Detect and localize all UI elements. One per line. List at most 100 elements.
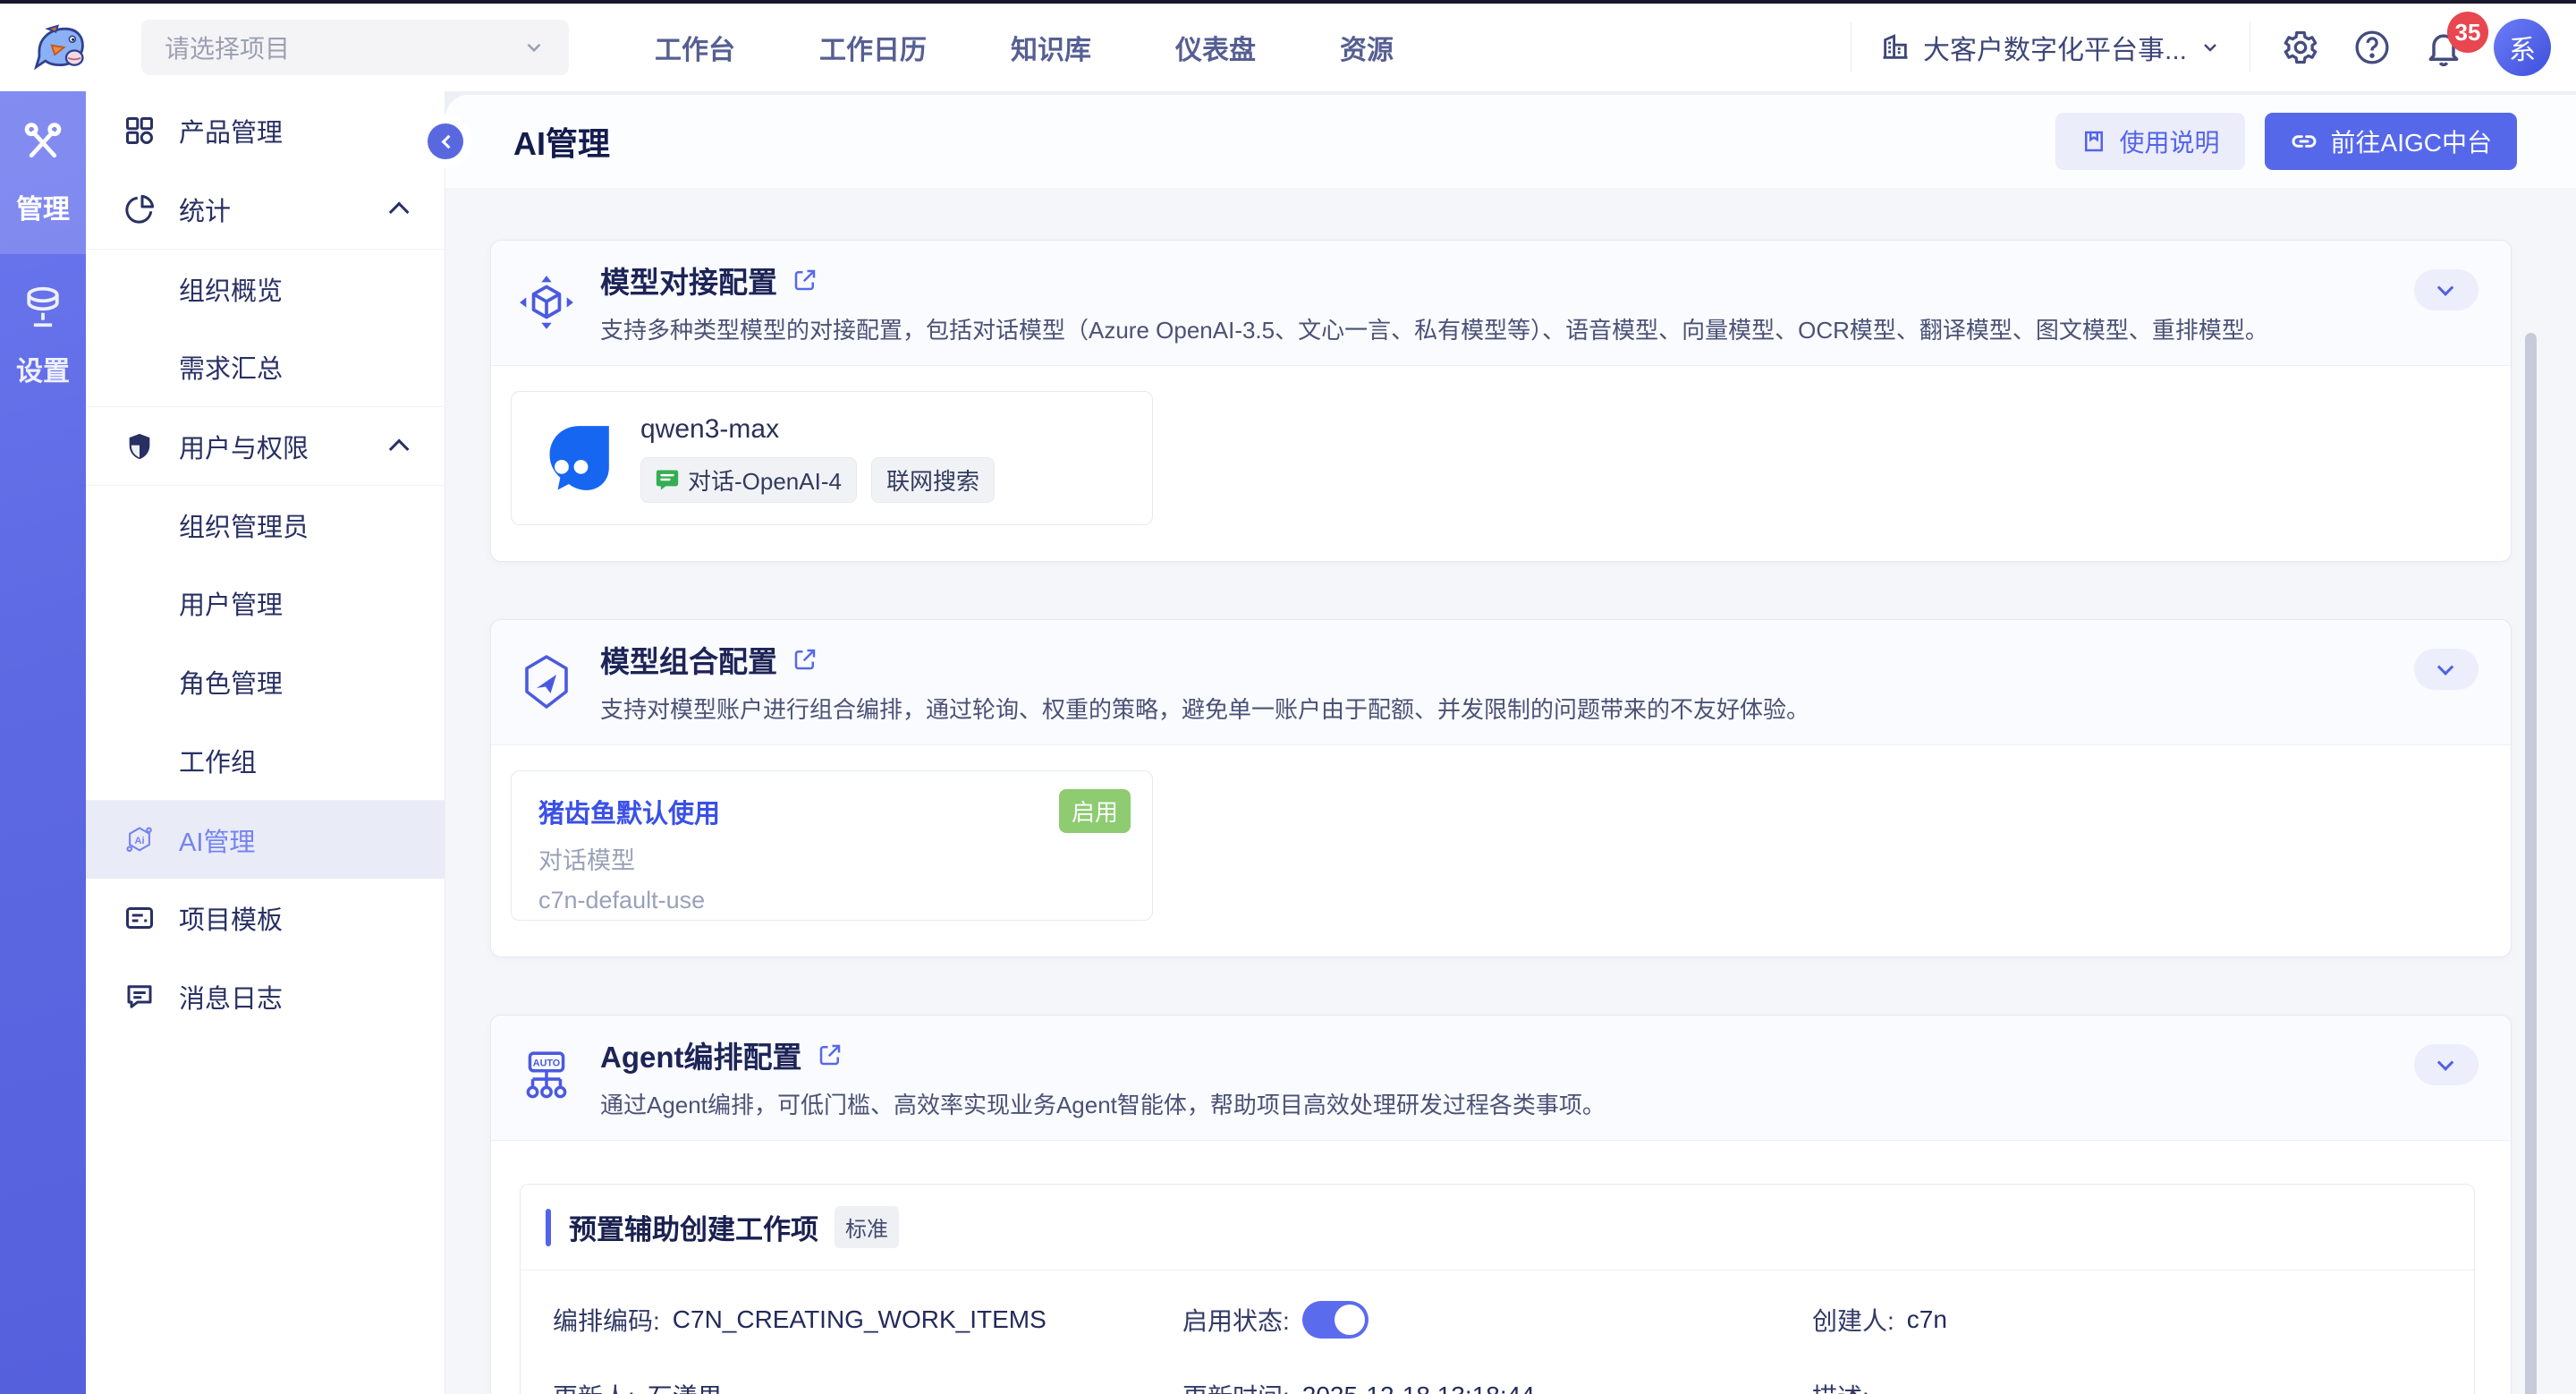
card-title: Agent编排配置 [600,1033,802,1076]
org-name: 大客户数字化平台事... [1923,28,2187,67]
field-label: 更新时间: [1182,1378,1290,1394]
card-agent-orchestration: AUTO Agent编排配置 通过Agent编排，可低门槛、高效率实现业务Age… [490,1015,2512,1394]
chevron-left-icon [441,134,455,149]
sidebar-item-users-permissions[interactable]: 用户与权限 [86,406,445,485]
agent-item-create-work-items: 预置辅助创建工作项 标准 编排编码: C7N_CREATING_WORK_ITE… [520,1184,2475,1394]
nav-item-work-calendar[interactable]: 工作日历 [819,28,927,67]
vertical-scrollbar[interactable] [2525,333,2537,1394]
chevron-down-icon [2436,659,2453,675]
header-actions: 使用说明 前往AIGC中台 [2055,113,2517,170]
sidebar-item-label: 项目模板 [179,899,283,937]
card-title: 模型对接配置 [600,259,777,302]
building-icon [1880,32,1911,63]
field-value: 2025-12-18 13:18:44 [1302,1381,1535,1394]
sidebar-item-message-log[interactable]: 消息日志 [86,957,445,1036]
template-card-icon [123,902,156,934]
external-link-icon[interactable] [792,267,818,293]
field-enabled-status: 启用状态: [1182,1301,1812,1339]
agent-standard-tag: 标准 [835,1206,899,1248]
rail-section-settings[interactable]: 设置 [0,254,86,417]
card-model-connect-header: 模型对接配置 支持多种类型模型的对接配置，包括对话模型（Azure OpenAI… [491,241,2511,366]
product-grid-icon [123,115,156,147]
sidebar-item-label: 用户与权限 [179,428,309,465]
card-model-connect: 模型对接配置 支持多种类型模型的对接配置，包括对话模型（Azure OpenAI… [490,240,2512,562]
combo-name-link[interactable]: 猪齿鱼默认使用 [538,793,1125,830]
field-label: 描述: [1812,1378,1869,1394]
field-label: 编排编码: [553,1302,660,1338]
card-collapse-button[interactable] [2414,1044,2479,1085]
sidebar-item-product-management[interactable]: 产品管理 [86,91,445,170]
external-link-icon[interactable] [792,646,818,673]
org-switcher[interactable]: 大客户数字化平台事... [1880,28,2221,67]
sidebar-item-label: 需求汇总 [179,348,283,386]
left-rail: 管理 设置 [0,91,86,1394]
choerodon-fish-logo[interactable] [25,13,95,82]
chevron-down-icon [2436,1054,2453,1070]
nav-item-resources[interactable]: 资源 [1340,28,1394,67]
link-icon [2290,127,2318,156]
help-icon[interactable] [2351,26,2394,69]
card-model-connect-text: 模型对接配置 支持多种类型模型的对接配置，包括对话模型（Azure OpenAI… [600,259,2268,345]
card-agent-body: 预置辅助创建工作项 标准 编排编码: C7N_CREATING_WORK_ITE… [491,1141,2511,1394]
nav-item-dashboard[interactable]: 仪表盘 [1175,28,1256,67]
top-nav-right: 大客户数字化平台事... 35 系 [1851,19,2551,76]
sidebar-item-project-template[interactable]: 项目模板 [86,879,445,957]
notifications-bell-icon[interactable]: 35 [2422,26,2465,69]
project-selector-placeholder: 请选择项目 [165,30,290,65]
sidebar-item-org-overview[interactable]: 组织概览 [86,249,445,327]
tag-label: 对话-OpenAI-4 [688,463,842,497]
sidebar-item-statistics[interactable]: 统计 [86,170,445,249]
agent-item-name: 预置辅助创建工作项 [569,1207,818,1247]
svg-text:Ai: Ai [134,835,144,846]
usage-guide-label: 使用说明 [2120,123,2220,159]
user-avatar[interactable]: 系 [2494,19,2551,76]
rail-label-settings: 设置 [16,349,70,388]
sidebar-collapse-button[interactable] [428,123,463,159]
top-navigation-bar: 请选择项目 工作台 工作日历 知识库 仪表盘 资源 大客户数字化平台事... 3… [0,4,2576,91]
external-link-icon[interactable] [817,1041,843,1068]
sidebar-item-label: 工作组 [179,742,257,779]
chevron-up-icon [389,202,410,223]
combo-card-default[interactable]: 猪齿鱼默认使用 对话模型 c7n-default-use 启用 [511,770,1153,921]
main-area: AI管理 使用说明 前往AIGC中台 [445,91,2576,1394]
sidebar-item-user-management[interactable]: 用户管理 [86,564,445,642]
accent-bar [546,1209,551,1246]
page-header: AI管理 使用说明 前往AIGC中台 [445,95,2576,188]
status-badge-enabled: 启用 [1059,789,1131,833]
field-label: 启用状态: [1182,1302,1290,1338]
chevron-down-icon [2436,279,2453,295]
field-value: C7N_CREATING_WORK_ITEMS [673,1305,1046,1334]
card-agent-text: Agent编排配置 通过Agent编排，可低门槛、高效率实现业务Agent智能体… [600,1033,1606,1120]
rail-section-manage[interactable]: 管理 [0,91,86,254]
card-collapse-button[interactable] [2414,649,2479,690]
page-title: AI管理 [513,118,610,165]
settings-gear-icon[interactable] [2279,26,2322,69]
stats-pie-icon [123,193,156,225]
field-label: 更新人: [553,1378,635,1394]
fish-icon [27,14,93,81]
model-name: qwen3-max [640,414,995,445]
sidebar-item-role-management[interactable]: 角色管理 [86,642,445,721]
sidebar-item-label: 用户管理 [179,584,283,622]
nav-item-knowledge-base[interactable]: 知识库 [1011,28,1091,67]
chevron-up-icon [389,438,410,459]
field-value: 石漾男 [648,1378,723,1394]
sidebar-item-org-admins[interactable]: 组织管理员 [86,485,445,564]
project-selector[interactable]: 请选择项目 [141,20,569,75]
card-collapse-button[interactable] [2414,269,2479,310]
sidebar-item-ai-management[interactable]: Ai AI管理 [86,800,445,879]
model-card-qwen3-max[interactable]: qwen3-max 对话-OpenAI-4 联网搜索 [511,391,1153,525]
rail-label-manage: 管理 [16,187,70,226]
usage-guide-button[interactable]: 使用说明 [2055,113,2245,170]
cube-3d-icon [516,272,577,333]
enabled-toggle[interactable] [1302,1301,1368,1339]
goto-aigc-button[interactable]: 前往AIGC中台 [2265,113,2517,170]
sidebar-item-demand-summary[interactable]: 需求汇总 [86,327,445,406]
content-scroll-area: 模型对接配置 支持多种类型模型的对接配置，包括对话模型（Azure OpenAI… [445,188,2576,1394]
sidebar-item-workgroup[interactable]: 工作组 [86,721,445,800]
hexagon-plane-icon [516,651,577,712]
nav-item-workbench[interactable]: 工作台 [655,28,735,67]
field-value: c7n [1907,1305,1947,1334]
tag-label: 联网搜索 [886,463,979,497]
agent-item-header: 预置辅助创建工作项 标准 [521,1185,2474,1270]
